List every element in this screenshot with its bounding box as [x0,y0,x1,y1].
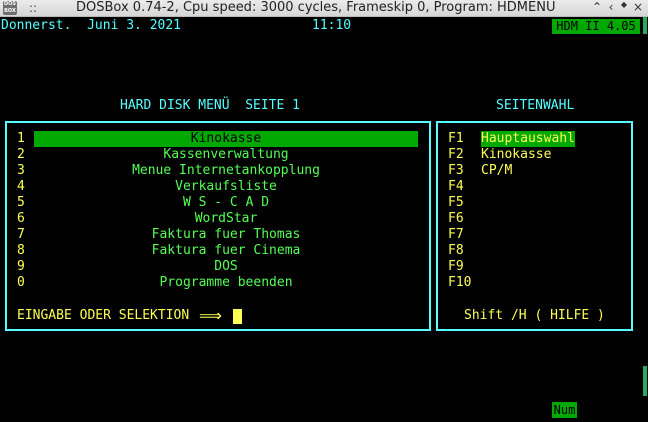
menu-key: 3 [17,163,25,178]
menu-key: 8 [17,243,25,258]
page-key-f10[interactable]: F10 [448,275,471,291]
menu-item-dos[interactable]: DOS [34,259,418,275]
page-item-cp-m[interactable]: CP/M [481,163,512,179]
close-icon[interactable]: × [631,0,645,16]
window-titlebar[interactable]: DOS BOX :: DOSBox 0.74-2, Cpu speed: 300… [0,0,648,17]
dos-screen[interactable]: Donnerst. Juni 3. 2021 11:10 HDM II 4.05… [0,17,640,422]
time-display: 11:10 [312,18,352,33]
page-key-f5[interactable]: F5 [448,195,464,211]
help-hint: Shift /H ( HILFE ) [464,308,605,323]
menu-item-kinokasse[interactable]: Kinokasse [34,131,418,147]
page-key-f8[interactable]: F8 [448,243,464,259]
menu-item-verkaufsliste[interactable]: Verkaufsliste [34,179,418,195]
page-key-f1[interactable]: F1 [448,131,464,147]
main-menu-title: HARD DISK MENÜ SEITE 1 [120,98,301,113]
screen-edge [640,17,648,422]
menu-item-wordstar[interactable]: WordStar [34,211,418,227]
menu-key: 1 [17,131,25,146]
menu-key: 4 [17,179,25,194]
num-lock-indicator: Num [552,402,577,418]
menu-key: 6 [17,211,25,226]
window-menu-dots[interactable]: :: [29,0,37,16]
menu-key: 5 [17,195,25,210]
text-cursor[interactable] [233,309,242,324]
menu-item-kassenverwaltung[interactable]: Kassenverwaltung [34,147,418,163]
main-menu-panel: 1 Kinokasse 2 Kassenverwaltung 3 Menue Intern… [5,121,431,331]
arrow-right-icon: ⟹ [199,306,222,325]
restore-icon[interactable]: ◆ [617,0,631,16]
menu-key: 9 [17,259,25,274]
page-item-kinokasse[interactable]: Kinokasse [481,147,551,163]
page-key-f9[interactable]: F9 [448,259,464,275]
date-display: Donnerst. Juni 3. 2021 [1,18,182,33]
minimize-icon[interactable]: ‹ [604,0,618,16]
keep-above-icon[interactable]: ⌃ [590,0,604,16]
version-badge: HDM II 4.05 [552,19,640,34]
menu-item-w-s-c-a-d[interactable]: W S - C A D [34,195,418,211]
page-key-f7[interactable]: F7 [448,227,464,243]
page-key-f6[interactable]: F6 [448,211,464,227]
page-key-f2[interactable]: F2 [448,147,464,163]
page-key-f4[interactable]: F4 [448,179,464,195]
page-menu-panel: F1 Hauptauswahl F2 Kinokasse F3 CP/M F4 F5 F6 F7 F… [436,121,633,331]
window-title: DOSBox 0.74-2, Cpu speed: 3000 cycles, F… [76,0,556,15]
menu-item-programme-beenden[interactable]: Programme beenden [34,275,418,291]
menu-item-faktura-fuer-thomas[interactable]: Faktura fuer Thomas [34,227,418,243]
page-key-f3[interactable]: F3 [448,163,464,179]
menu-key: 2 [17,147,25,162]
menu-item-menue-internetankopplung[interactable]: Menue Internetankopplung [34,163,418,179]
dosbox-app-icon[interactable]: DOS BOX [3,1,17,15]
menu-key: 7 [17,227,25,242]
menu-item-faktura-fuer-cinema[interactable]: Faktura fuer Cinema [34,243,418,259]
page-menu-title: SEITENWAHL [496,98,575,113]
input-prompt: EINGABE ODER SELEKTION [17,308,190,323]
page-item-hauptauswahl[interactable]: Hauptauswahl [481,131,575,147]
menu-key: 0 [17,275,25,290]
